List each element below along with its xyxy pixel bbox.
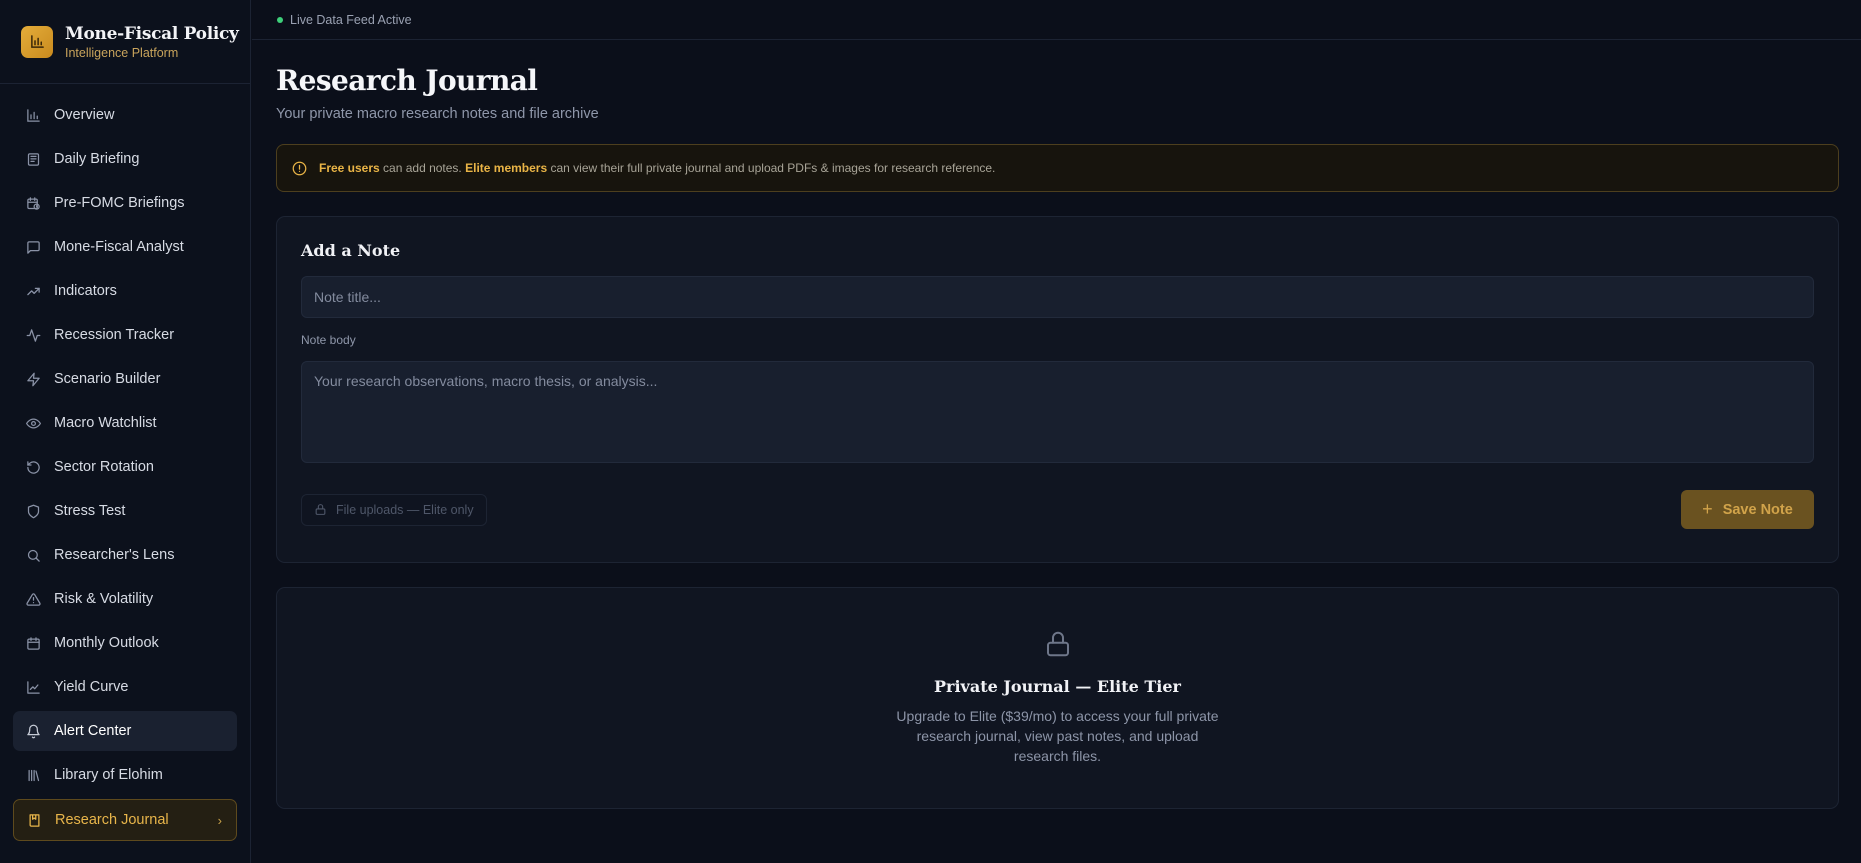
rotate-ccw-icon: [25, 459, 41, 475]
calendar-clock-icon: [25, 195, 41, 211]
sidebar-item-label: Library of Elohim: [54, 767, 163, 783]
sidebar-item-label: Researcher's Lens: [54, 547, 175, 563]
activity-icon: [25, 327, 41, 343]
sidebar-item-risk-volatility[interactable]: Risk & Volatility: [13, 579, 237, 619]
add-note-card: Add a Note Note body File uploads — Elit…: [276, 216, 1839, 563]
sidebar-item-sector-rotation[interactable]: Sector Rotation: [13, 447, 237, 487]
sidebar-item-label: Alert Center: [54, 723, 132, 739]
chevron-right-icon: ›: [217, 812, 222, 828]
sidebar-item-overview[interactable]: Overview: [13, 95, 237, 135]
search-icon: [25, 547, 41, 563]
sidebar-item-label: Recession Tracker: [54, 327, 175, 343]
note-body-textarea[interactable]: [301, 361, 1814, 463]
banner-elite-text: can view their full private journal and …: [547, 161, 996, 175]
book-icon: [26, 812, 42, 828]
sidebar-item-label: Overview: [54, 107, 115, 123]
message-square-icon: [25, 239, 41, 255]
main-content: Live Data Feed Active Research Journal Y…: [252, 0, 1861, 863]
sidebar-item-macro-watchlist[interactable]: Macro Watchlist: [13, 403, 237, 443]
sidebar-item-label: Stress Test: [54, 503, 126, 519]
eye-icon: [25, 415, 41, 431]
note-title-input[interactable]: [301, 276, 1814, 318]
sidebar-item-mone-fiscal-analyst[interactable]: Mone-Fiscal Analyst: [13, 227, 237, 267]
zap-icon: [25, 371, 41, 387]
brand[interactable]: Mone-Fiscal Policy Intelligence Platform: [0, 0, 250, 84]
sidebar-item-label: Risk & Volatility: [54, 591, 154, 607]
sidebar-item-recession-tracker[interactable]: Recession Tracker: [13, 315, 237, 355]
tier-info-banner: Free users can add notes. Elite members …: [276, 144, 1839, 192]
sidebar: Mone-Fiscal Policy Intelligence Platform…: [0, 0, 251, 863]
save-note-label: Save Note: [1722, 501, 1793, 518]
sidebar-item-label: Indicators: [54, 283, 117, 299]
sidebar-item-label: Mone-Fiscal Analyst: [54, 239, 184, 255]
sidebar-item-label: Monthly Outlook: [54, 635, 159, 651]
sidebar-item-research-journal[interactable]: Research Journal ›: [13, 799, 237, 841]
sidebar-item-label: Scenario Builder: [54, 371, 161, 387]
locked-title: Private Journal — Elite Tier: [934, 677, 1181, 696]
shield-icon: [25, 503, 41, 519]
trending-up-icon: [25, 283, 41, 299]
bar-chart-logo-icon: [21, 25, 53, 58]
sidebar-item-label: Daily Briefing: [54, 151, 140, 167]
page-title: Research Journal: [276, 64, 538, 97]
bar-chart-icon: [25, 107, 41, 123]
sidebar-item-label: Macro Watchlist: [54, 415, 157, 431]
private-journal-locked-card: Private Journal — Elite Tier Upgrade to …: [276, 587, 1839, 809]
page-subtitle: Your private macro research notes and fi…: [276, 106, 599, 122]
sidebar-item-label: Pre-FOMC Briefings: [54, 195, 185, 211]
alert-triangle-icon: [25, 591, 41, 607]
sidebar-item-indicators[interactable]: Indicators: [13, 271, 237, 311]
sidebar-item-label: Sector Rotation: [54, 459, 154, 475]
brand-name: Mone-Fiscal Policy: [65, 23, 239, 44]
sidebar-item-label: Research Journal: [55, 812, 169, 828]
banner-elite-label: Elite members: [465, 161, 548, 175]
banner-free-text: can add notes.: [379, 161, 466, 175]
sidebar-item-label: Yield Curve: [54, 679, 129, 695]
bell-icon: [25, 723, 41, 739]
sidebar-item-pre-fomc-briefings[interactable]: Pre-FOMC Briefings: [13, 183, 237, 223]
file-upload-label: File uploads — Elite only: [336, 502, 474, 517]
banner-free-label: Free users: [319, 161, 380, 175]
line-chart-icon: [25, 679, 41, 695]
save-note-button[interactable]: + Save Note: [1681, 490, 1814, 529]
sidebar-nav: Overview Daily Briefing Pre-FOMC Briefin…: [0, 84, 250, 841]
newspaper-icon: [25, 151, 41, 167]
sidebar-item-monthly-outlook[interactable]: Monthly Outlook: [13, 623, 237, 663]
banner-text: Free users can add notes. Elite members …: [319, 161, 995, 175]
add-note-title: Add a Note: [301, 241, 401, 260]
sidebar-item-yield-curve[interactable]: Yield Curve: [13, 667, 237, 707]
sidebar-item-scenario-builder[interactable]: Scenario Builder: [13, 359, 237, 399]
sidebar-item-stress-test[interactable]: Stress Test: [13, 491, 237, 531]
topbar: Live Data Feed Active: [252, 0, 1861, 40]
library-icon: [25, 767, 41, 783]
lock-icon: [314, 503, 327, 516]
info-icon: [292, 161, 308, 177]
locked-description: Upgrade to Elite ($39/mo) to access your…: [896, 708, 1219, 764]
sidebar-item-alert-center[interactable]: Alert Center: [13, 711, 237, 751]
note-body-label: Note body: [301, 333, 356, 347]
live-status-dot: [277, 16, 283, 23]
sidebar-item-researchers-lens[interactable]: Researcher's Lens: [13, 535, 237, 575]
brand-subtitle: Intelligence Platform: [65, 45, 179, 60]
live-status-text: Live Data Feed Active: [290, 12, 412, 27]
plus-icon: +: [1702, 499, 1713, 519]
sidebar-item-daily-briefing[interactable]: Daily Briefing: [13, 139, 237, 179]
sidebar-item-library-of-elohim[interactable]: Library of Elohim: [13, 755, 237, 795]
calendar-icon: [25, 635, 41, 651]
lock-icon: [1043, 628, 1073, 665]
file-upload-button[interactable]: File uploads — Elite only: [301, 493, 487, 526]
